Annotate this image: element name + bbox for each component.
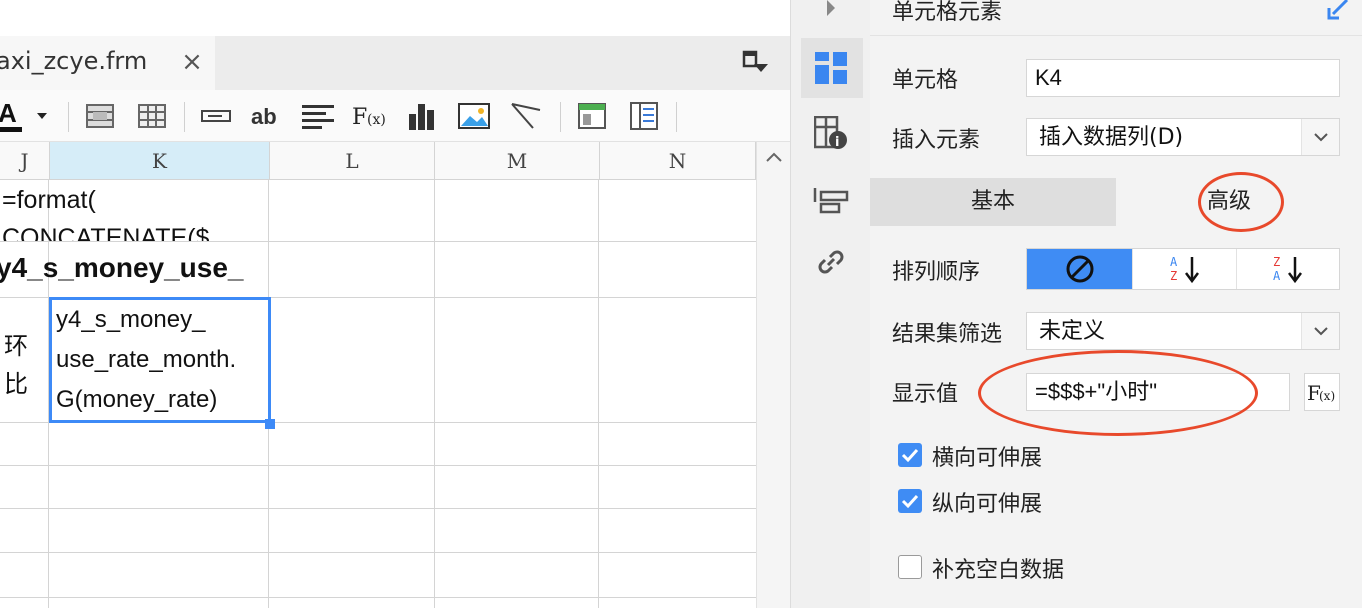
- split-cells-icon[interactable]: [134, 98, 170, 134]
- column-header-l[interactable]: L: [270, 142, 435, 180]
- insert-element-label: 插入元素: [892, 128, 981, 153]
- sort-order-label: 排列顺序: [892, 260, 981, 285]
- toolbar-divider: [184, 102, 185, 132]
- column-header-k[interactable]: K: [50, 142, 270, 180]
- font-color-icon[interactable]: A: [0, 98, 28, 134]
- cell-j4[interactable]: 环 比: [0, 298, 48, 422]
- tab-basic[interactable]: 基本: [870, 178, 1116, 226]
- cell-attribute-icon[interactable]: i: [811, 114, 851, 154]
- link-icon[interactable]: [811, 242, 851, 282]
- cell-j3[interactable]: y4_s_money_use_: [0, 242, 268, 297]
- sort-ascending-icon[interactable]: AZ: [1132, 249, 1236, 289]
- no-sort-icon[interactable]: [1027, 249, 1132, 289]
- editor-top-strip: [0, 0, 790, 36]
- collapse-panel-icon[interactable]: [1325, 0, 1355, 22]
- svg-text:F: F: [352, 105, 367, 129]
- svg-text:(x): (x): [1319, 389, 1335, 403]
- vertical-scrollbar[interactable]: [756, 142, 790, 608]
- file-tabbar: axi_zcye.frm ×: [0, 36, 790, 90]
- toolbar-divider: [676, 102, 677, 132]
- scroll-up-icon[interactable]: [757, 148, 790, 170]
- cell-j2-line1: =format(: [2, 186, 96, 214]
- svg-text:i: i: [835, 135, 839, 150]
- column-divider: [598, 180, 599, 608]
- cell-element-icon[interactable]: [811, 48, 851, 88]
- column-header-j[interactable]: J: [0, 142, 50, 180]
- row-divider: [0, 552, 756, 553]
- fill-handle[interactable]: [265, 419, 275, 429]
- row-divider: [0, 508, 756, 509]
- collapse-arrow-icon[interactable]: [811, 0, 851, 28]
- sort-descending-icon[interactable]: ZA: [1236, 249, 1339, 289]
- row-divider: [0, 465, 756, 466]
- toolbar-divider: [560, 102, 561, 132]
- report-editor: axi_zcye.frm × A ab F (x) J K L M N =for…: [0, 0, 790, 608]
- spreadsheet-grid: J K L M N =format( CONCATENATE($ y4_s_mo…: [0, 142, 790, 608]
- row-divider: [0, 597, 756, 598]
- sort-order-group: AZ ZA: [1026, 248, 1340, 290]
- insert-element-select[interactable]: 插入数据列(D): [1026, 118, 1340, 156]
- panel-title: 单元格元素: [892, 0, 1003, 25]
- cell-j2-line2: CONCATENATE($: [2, 224, 210, 241]
- svg-text:Z: Z: [1170, 269, 1177, 283]
- svg-text:(x): (x): [367, 112, 386, 128]
- column-header-n[interactable]: N: [600, 142, 756, 180]
- svg-text:ab: ab: [251, 104, 277, 128]
- slash-line-icon[interactable]: [508, 98, 544, 134]
- cell-selection-border: [49, 297, 271, 423]
- close-icon[interactable]: ×: [180, 48, 204, 76]
- fill-blank-data-label[interactable]: 补充空白数据: [932, 552, 1064, 584]
- column-divider: [434, 180, 435, 608]
- column-header-m[interactable]: M: [435, 142, 600, 180]
- align-left-icon[interactable]: [300, 98, 336, 134]
- vertical-expand-checkbox[interactable]: [898, 489, 922, 513]
- dropdown-arrow-icon[interactable]: [28, 98, 56, 134]
- file-tab-label: axi_zcye.frm: [0, 47, 148, 75]
- result-filter-label: 结果集筛选: [892, 322, 1003, 347]
- cell-j2[interactable]: =format( CONCATENATE($: [0, 180, 268, 241]
- format-toolbar: A ab F (x): [0, 90, 790, 142]
- horizontal-expand-checkbox[interactable]: [898, 443, 922, 467]
- ab-text-icon[interactable]: ab: [248, 98, 284, 134]
- property-panel: 单元格元素 单元格 K4 插入元素 插入数据列(D) 基本 高级 排列顺序 AZ…: [870, 0, 1362, 608]
- cell-j4-line1: 环: [4, 333, 28, 360]
- frame-icon[interactable]: [574, 98, 610, 134]
- result-filter-select[interactable]: 未定义: [1026, 312, 1340, 350]
- fill-blank-data-checkbox[interactable]: [898, 555, 922, 579]
- horizontal-expand-label[interactable]: 横向可伸展: [932, 440, 1042, 472]
- side-icon-strip: i: [790, 0, 870, 608]
- tab-list-menu-icon[interactable]: [742, 50, 770, 76]
- toolbar-divider: [68, 102, 69, 132]
- svg-text:A: A: [1273, 269, 1281, 283]
- cell-j4-line2: 比: [4, 371, 28, 398]
- formula-icon[interactable]: F (x): [352, 98, 388, 134]
- panel-header: 单元格元素: [870, 0, 1362, 36]
- widget-icon[interactable]: [811, 180, 851, 220]
- vertical-expand-label[interactable]: 纵向可伸展: [932, 486, 1042, 518]
- annotation-circle-advanced: [1198, 172, 1284, 232]
- svg-text:A: A: [0, 98, 17, 128]
- cell-label: 单元格: [892, 68, 959, 93]
- table-icon[interactable]: [626, 98, 662, 134]
- text-field-icon[interactable]: [198, 98, 234, 134]
- svg-text:Z: Z: [1273, 255, 1280, 269]
- result-filter-value: 未定义: [1039, 319, 1106, 344]
- chevron-down-icon[interactable]: [1301, 313, 1339, 349]
- annotation-circle-display-value: [978, 350, 1258, 436]
- formula-editor-button[interactable]: F (x): [1304, 373, 1340, 411]
- chevron-down-icon[interactable]: [1301, 119, 1339, 155]
- bar-chart-icon[interactable]: [404, 98, 440, 134]
- display-value-label: 显示值: [892, 382, 959, 407]
- merge-cells-icon[interactable]: [82, 98, 118, 134]
- insert-element-value: 插入数据列(D): [1039, 125, 1184, 150]
- svg-text:A: A: [1170, 255, 1178, 269]
- image-icon[interactable]: [456, 98, 492, 134]
- cell-name-input[interactable]: K4: [1026, 59, 1340, 97]
- file-tab[interactable]: axi_zcye.frm ×: [0, 36, 215, 90]
- cell-j3-text: y4_s_money_use_: [0, 252, 244, 283]
